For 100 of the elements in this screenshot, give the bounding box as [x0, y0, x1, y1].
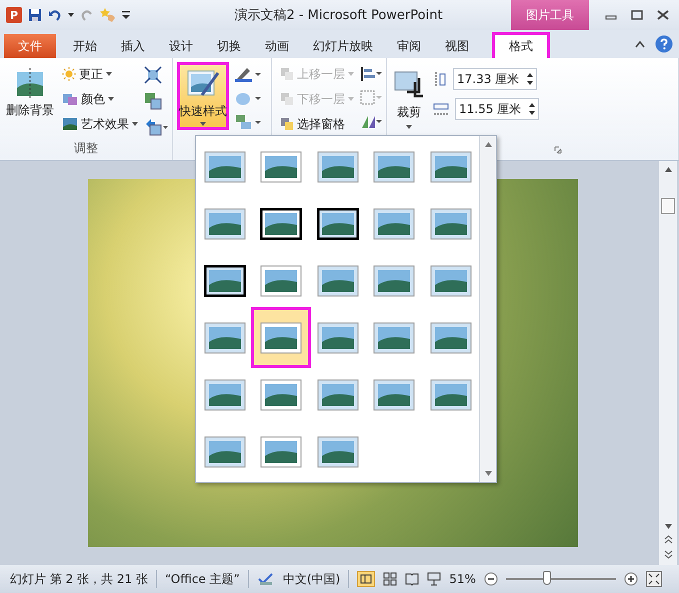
- scroll-thumb[interactable]: [661, 198, 675, 214]
- hand-star-icon[interactable]: [100, 7, 116, 23]
- help-icon[interactable]: [655, 35, 673, 53]
- picture-thumbnail-icon: [260, 264, 302, 296]
- scroll-down-icon[interactable]: [484, 471, 492, 476]
- picture-thumbnail-icon: [204, 208, 246, 240]
- spinner-arrows-icon[interactable]: [527, 73, 533, 85]
- theme-name[interactable]: “Office 主题”: [164, 570, 240, 588]
- picture-thumbnail-icon: [430, 150, 472, 182]
- zoom-level[interactable]: 51%: [449, 572, 476, 586]
- restore-icon[interactable]: [631, 10, 643, 20]
- customize-menu-icon[interactable]: [122, 10, 130, 20]
- spinner-arrows-icon[interactable]: [529, 103, 535, 115]
- scroll-up-icon[interactable]: [484, 142, 492, 147]
- caret-icon: [200, 122, 206, 126]
- ribbon-tab[interactable]: 切换: [206, 34, 252, 58]
- caret-icon: [132, 122, 138, 126]
- change-picture-icon[interactable]: [144, 92, 162, 110]
- ribbon-tab[interactable]: 审阅: [386, 34, 432, 58]
- picture-thumbnail-icon: [204, 322, 246, 354]
- picture-thumbnail-icon: [430, 378, 472, 410]
- gallery-scrollbar[interactable]: [479, 136, 496, 482]
- arrange-menu-button[interactable]: 选择窗格: [280, 114, 354, 134]
- picture-thumbnail-icon: [373, 264, 415, 296]
- remove-background-button[interactable]: 删除背景: [4, 62, 56, 125]
- zoom-in-icon[interactable]: [624, 572, 638, 586]
- save-icon[interactable]: [28, 8, 42, 22]
- language-label[interactable]: 中文(中国): [282, 570, 340, 588]
- ribbon-tab[interactable]: 动画: [254, 34, 300, 58]
- picture-thumbnail-icon: [373, 208, 415, 240]
- picture-thumbnail-icon: [316, 264, 358, 296]
- zoom-out-icon[interactable]: [484, 572, 498, 586]
- caret-icon: [348, 97, 354, 101]
- slide-counter: 幻灯片 第 2 张，共 21 张: [10, 570, 148, 588]
- caret-icon: [406, 125, 412, 129]
- picture-tools-label: 图片工具: [511, 0, 589, 30]
- spell-check-icon[interactable]: [256, 572, 275, 586]
- ribbon-tab[interactable]: 格式: [492, 32, 550, 58]
- slide-sorter-icon[interactable]: [383, 572, 398, 586]
- app-logo-icon[interactable]: P: [6, 7, 22, 23]
- ribbon-tab[interactable]: 插入: [110, 34, 156, 58]
- width-icon: [433, 102, 449, 116]
- picture-thumbnail-icon: [204, 436, 246, 468]
- dropdown-caret-icon[interactable]: [68, 13, 74, 17]
- picture-thumbnail-icon: [316, 378, 358, 410]
- picture-thumbnail-icon: [430, 264, 472, 296]
- group-objects-icon[interactable]: [360, 90, 382, 106]
- picture-thumbnail-icon: [316, 322, 358, 354]
- picture-thumbnail-icon: [373, 322, 415, 354]
- adjust-menu-button[interactable]: 更正: [62, 64, 138, 84]
- ribbon-tab[interactable]: 设计: [158, 34, 204, 58]
- undo-icon[interactable]: [48, 8, 62, 22]
- fit-to-window-icon[interactable]: [646, 571, 662, 587]
- group-label: 调整: [73, 140, 99, 157]
- scroll-up-icon[interactable]: [664, 167, 672, 172]
- dialog-launcher-icon[interactable]: [554, 146, 562, 154]
- close-icon[interactable]: [657, 10, 669, 20]
- slideshow-icon[interactable]: [427, 572, 442, 586]
- layers-icon: [280, 92, 294, 106]
- align-icon[interactable]: [360, 66, 382, 82]
- adjust-menu-button[interactable]: 颜色: [62, 89, 138, 109]
- picture-icon: [15, 68, 45, 98]
- picture-layout-icon[interactable]: [235, 114, 261, 130]
- layers-icon: [280, 67, 294, 81]
- crop-button[interactable]: 裁剪: [391, 62, 427, 135]
- ribbon-tab[interactable]: 幻灯片放映: [302, 34, 384, 58]
- scroll-down-icon[interactable]: [664, 524, 672, 529]
- picture-thumbnail-icon: [204, 150, 246, 182]
- picture-thumbnail-icon: [316, 150, 358, 182]
- picture-thumbnail-icon: [260, 436, 302, 468]
- vertical-scrollbar[interactable]: [659, 161, 677, 565]
- compress-pictures-icon[interactable]: [144, 66, 162, 84]
- picture-thumbnail-icon: [204, 264, 246, 296]
- picture-thumbnail-icon: [260, 378, 302, 410]
- reading-view-icon[interactable]: [405, 572, 420, 586]
- sun-icon: [62, 67, 76, 81]
- height-field[interactable]: 17.33 厘米: [453, 68, 537, 90]
- reset-picture-icon[interactable]: [144, 118, 168, 136]
- next-slide-icon[interactable]: [664, 550, 672, 559]
- picture-thumbnail-icon: [430, 322, 472, 354]
- width-field[interactable]: 11.55 厘米: [455, 98, 539, 120]
- layers-icon: [280, 117, 294, 131]
- picture-thumbnail-icon: [204, 378, 246, 410]
- rotate-icon[interactable]: [360, 114, 382, 130]
- zoom-slider[interactable]: [542, 571, 551, 585]
- normal-view-icon[interactable]: [357, 571, 376, 587]
- picture-thumbnail-icon: [260, 150, 302, 182]
- minimize-ribbon-icon[interactable]: [635, 40, 645, 48]
- adjust-menu-button[interactable]: 艺术效果: [62, 114, 138, 134]
- ribbon-tab[interactable]: 开始: [62, 34, 108, 58]
- picture-border-icon[interactable]: [235, 66, 261, 82]
- ribbon-tab[interactable]: 视图: [434, 34, 480, 58]
- picture-style-option[interactable]: [253, 309, 309, 366]
- window-title: 演示文稿2 - Microsoft PowerPoint: [233, 7, 444, 24]
- color-swatch-icon: [62, 92, 78, 106]
- picture-thumbnail-icon: [373, 150, 415, 182]
- caret-icon: [106, 72, 112, 76]
- previous-slide-icon[interactable]: [664, 535, 672, 544]
- crop-icon: [393, 70, 425, 100]
- picture-thumbnail-icon: [260, 208, 302, 240]
